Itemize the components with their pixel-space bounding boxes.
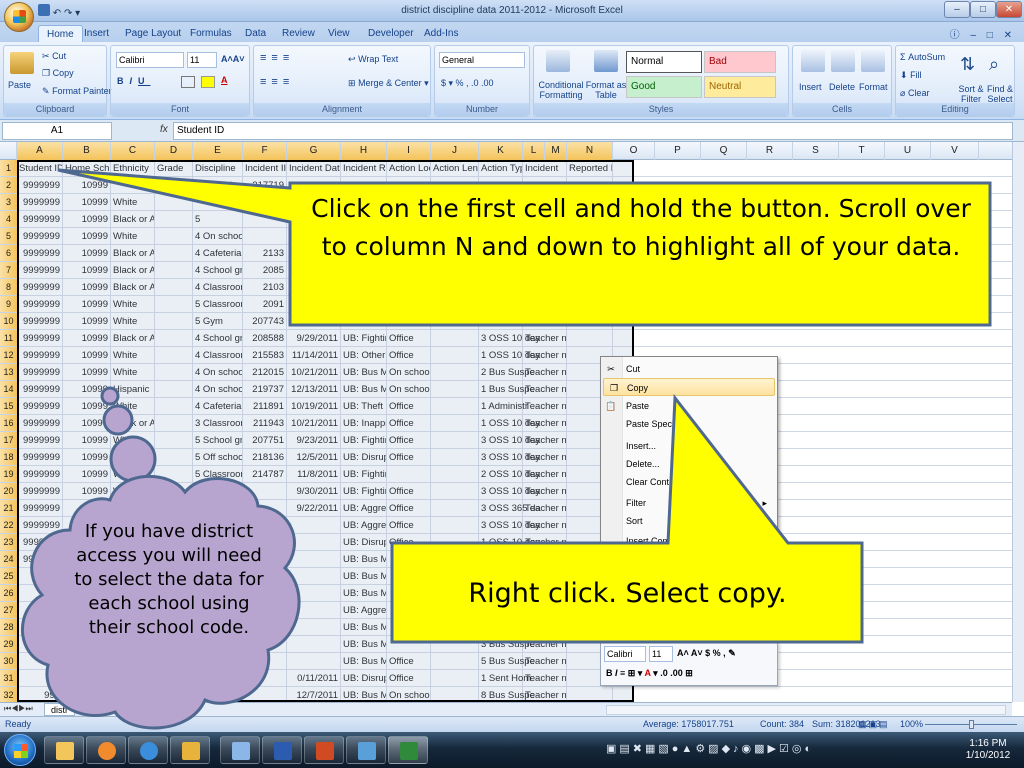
presentation-icon <box>358 742 376 760</box>
callout-shapes <box>20 168 992 730</box>
system-tray-icons[interactable]: ▣▤✖▦▧●▲⚙▨◆♪◉▩▶☑◎◐ <box>606 742 814 755</box>
taskbar: ▣▤✖▦▧●▲⚙▨◆♪◉▩▶☑◎◐ 1:16 PM 1/10/2012 <box>0 732 1024 768</box>
windows-logo-icon <box>14 744 28 758</box>
taskbar-powerpoint[interactable] <box>304 736 344 764</box>
app-icon <box>182 742 200 760</box>
clock[interactable]: 1:16 PM 1/10/2012 <box>958 738 1018 762</box>
thought-bubble-medium <box>102 404 134 436</box>
bottom-callout-text: Right click. Select copy. <box>468 578 787 609</box>
powerpoint-icon <box>316 742 334 760</box>
thought-bubble-large <box>109 435 157 483</box>
office-button[interactable] <box>4 2 34 32</box>
taskbar-word[interactable] <box>262 736 302 764</box>
taskbar-excel[interactable] <box>388 736 428 764</box>
office-logo-icon <box>13 10 26 23</box>
network-app-icon <box>232 742 250 760</box>
folder-icon <box>56 742 74 760</box>
clock-date: 1/10/2012 <box>965 750 1011 761</box>
taskbar-app-4[interactable] <box>170 736 210 764</box>
excel-icon <box>400 742 418 760</box>
taskbar-app-8[interactable] <box>346 736 386 764</box>
taskbar-ie[interactable] <box>128 736 168 764</box>
word-icon <box>274 742 292 760</box>
taskbar-app-5[interactable] <box>220 736 260 764</box>
clock-time: 1:16 PM <box>969 738 1007 749</box>
thought-bubble-small <box>100 386 120 406</box>
taskbar-explorer[interactable] <box>44 736 84 764</box>
top-callout-text: Click on the first cell and hold the but… <box>311 194 971 261</box>
start-button[interactable] <box>4 734 36 766</box>
taskbar-media[interactable] <box>86 736 126 764</box>
browser-icon <box>140 742 158 760</box>
cloud-text: If you have district access you will nee… <box>74 521 264 638</box>
media-player-icon <box>98 742 116 760</box>
